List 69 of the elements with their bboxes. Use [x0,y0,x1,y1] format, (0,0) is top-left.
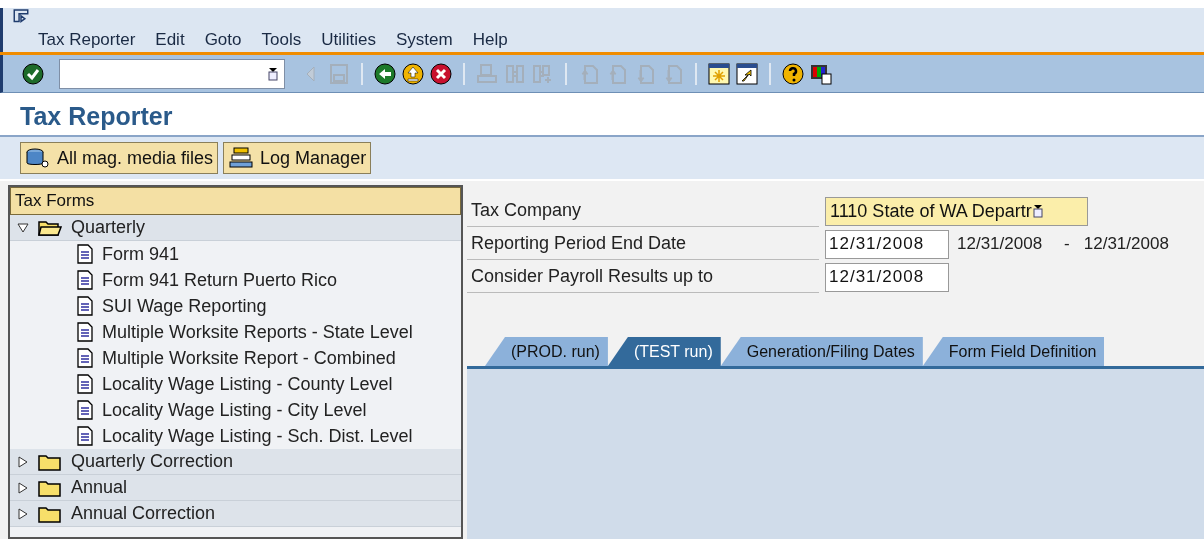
shortcut-icon[interactable] [735,61,759,86]
menu-item[interactable]: Help [472,26,508,52]
menu-item[interactable]: Edit [155,26,185,52]
menu-icon[interactable] [13,9,29,23]
tree-item[interactable]: SUI Wage Reporting [10,293,461,319]
menu-item[interactable]: Tools [261,26,302,52]
folder-icon [38,504,62,523]
tree-item[interactable]: Multiple Worksite Report - Combined [10,345,461,371]
range-end: 12/31/2008 [1083,233,1169,256]
tab[interactable]: (TEST run) [607,337,721,366]
document-icon [76,296,94,316]
document-icon [76,244,94,264]
date-field[interactable]: 12/31/2008 [825,229,949,259]
tree-item[interactable]: Locality Wage Listing - City Level [10,397,461,423]
folder-label: Annual [71,476,128,499]
tree-folder-row[interactable]: Annual Correction [10,501,461,527]
field-label: Tax Company [467,195,819,227]
field-label: Consider Payroll Results up to [467,261,819,293]
tree-folder-row[interactable]: Quarterly [10,215,461,241]
field-label: Reporting Period End Date [467,228,819,260]
tree-item[interactable]: Locality Wage Listing - Sch. Dist. Level [10,423,461,449]
caret-right-icon[interactable] [17,455,29,468]
tab[interactable]: (PROD. run) [485,337,608,366]
tab[interactable]: Form Field Definition [922,337,1105,366]
tree-folder-row[interactable]: Annual [10,475,461,501]
back-icon[interactable] [373,61,397,86]
folder-label: Annual Correction [71,502,216,525]
folder-label: Quarterly Correction [71,450,234,473]
dropdown-field[interactable]: 1110 State of WA Departr [825,196,1088,226]
date-field[interactable]: 12/31/2008 [825,262,949,292]
tree-header: Tax Forms [10,187,461,215]
folder-icon [38,452,62,471]
menu-item[interactable]: Tax Reporter [38,26,136,52]
help-icon[interactable] [781,61,805,86]
folder-label: Quarterly [71,216,146,239]
range-start: 12/31/2008 [957,233,1043,256]
open-folder-icon [38,218,62,237]
caret-right-icon[interactable] [17,507,29,520]
caret-down-icon[interactable] [17,221,29,234]
document-icon [76,400,94,420]
exit-icon[interactable] [401,61,425,86]
command-field[interactable] [59,58,285,89]
page-title: Tax Reporter [20,101,173,133]
document-icon [76,348,94,368]
check-icon[interactable] [21,61,45,86]
tab[interactable]: Generation/Filing Dates [720,337,923,366]
toolbar-button[interactable]: All mag. media files [20,142,219,174]
tree-folder-row[interactable]: Quarterly Correction [10,449,461,475]
stack-icon [228,147,255,169]
database-icon [25,147,51,169]
caret-right-icon[interactable] [17,481,29,494]
tree-item[interactable]: Multiple Worksite Reports - State Level [10,319,461,345]
tree-item[interactable]: Form 941 Return Puerto Rico [10,267,461,293]
new-window-icon[interactable] [707,61,731,86]
tree-item[interactable]: Locality Wage Listing - County Level [10,371,461,397]
menu-item[interactable]: Utilities [321,26,376,52]
document-icon [76,426,94,446]
dropdown-icon[interactable] [1032,204,1043,218]
range-separator: - [1064,233,1070,256]
toolbar-button[interactable]: Log Manager [223,142,372,174]
tree-item[interactable]: Form 941 [10,241,461,267]
folder-icon [38,478,62,497]
document-icon [76,322,94,342]
dropdown-icon[interactable] [268,66,278,81]
cancel-icon[interactable] [429,61,453,86]
menu-item[interactable]: System [395,26,453,52]
menu-item[interactable]: Goto [204,26,242,52]
document-icon [76,270,94,290]
document-icon [76,374,94,394]
